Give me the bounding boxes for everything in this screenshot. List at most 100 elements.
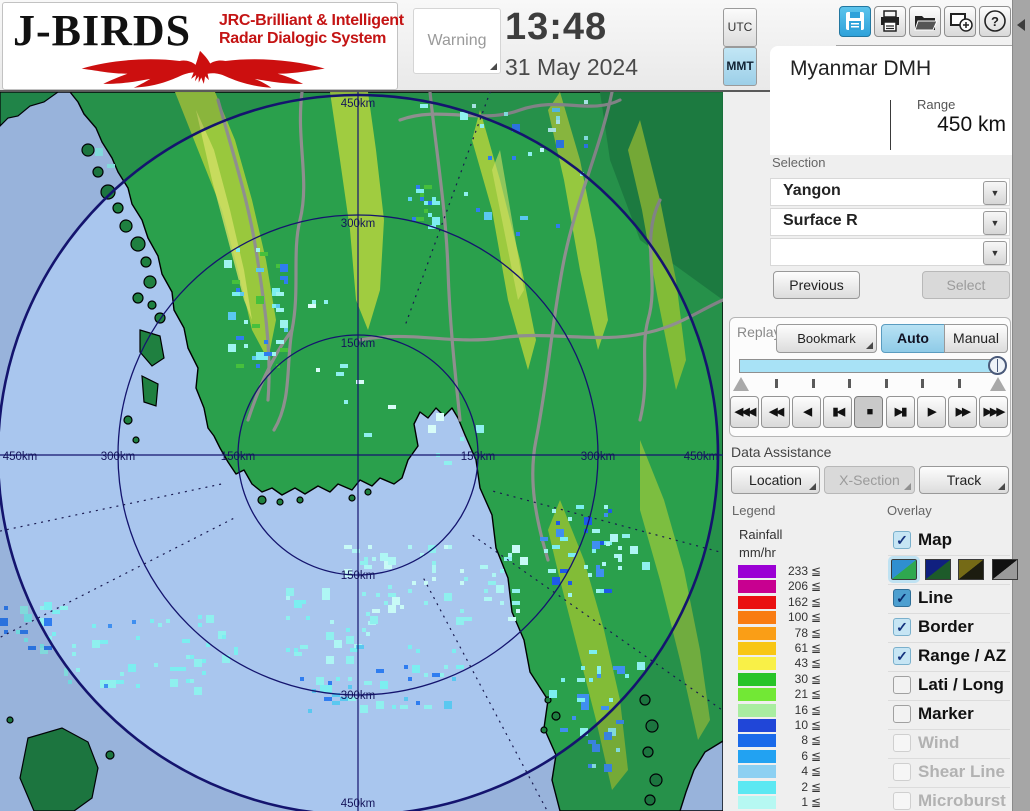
selection-dropdown[interactable]: Yangon ▼ [770,178,1010,206]
warning-button[interactable]: Warning [413,8,501,74]
svg-text:?: ? [991,14,999,29]
track-label: Track [946,472,982,488]
legend-lte-symbol: ≦ [811,656,822,671]
overlay-item-wind[interactable]: Wind [888,730,1010,759]
legend-row: 16 ≦ [738,703,821,718]
mmt-button[interactable]: MMT [723,47,757,86]
fast-forward-button[interactable]: ▶▶ [947,396,977,428]
legend-value: 30 [794,671,808,686]
checkbox[interactable] [893,734,911,752]
overlay-item-range-az[interactable]: ✓ Range / AZ [888,643,1010,672]
checkbox[interactable] [893,763,911,781]
legend-lte-symbol: ≦ [811,610,822,625]
legend-color-swatch [738,780,776,794]
overlay-item-microburst[interactable]: Microburst [888,788,1010,811]
legend-row: 6 ≦ [738,749,821,764]
legend-lte-symbol: ≦ [811,564,822,578]
xsection-button[interactable]: X-Section [824,466,915,494]
checkbox[interactable] [893,705,911,723]
reverse-play-button[interactable]: ◀ [792,396,822,428]
overlay-item-lati-long[interactable]: Lati / Long [888,672,1010,701]
overlay-item-shear-line[interactable]: Shear Line [888,759,1010,788]
checkbox[interactable]: ✓ [893,589,911,607]
capture-add-button[interactable] [944,6,976,37]
legend-value: 233 [787,564,808,578]
legend-value: 100 [787,610,808,625]
legend-row: 206 ≦ [738,580,821,594]
chevron-down-icon[interactable]: ▼ [983,181,1007,205]
legend-color-swatch [738,580,776,594]
legend-lte-symbol: ≦ [811,795,822,809]
checkbox[interactable]: ✓ [893,618,911,636]
map-style-swatch[interactable] [924,559,951,580]
legend-color-swatch [738,734,776,748]
svg-text:150km: 150km [221,451,256,463]
chevron-down-icon[interactable]: ▼ [983,211,1007,235]
slider-end-marker [990,377,1006,391]
slider-tick [884,379,888,388]
overlay-title: Overlay [887,503,932,518]
replay-slider-handle[interactable] [988,356,1007,375]
clock-date: 31 May 2024 [505,54,638,80]
overlay-item-marker[interactable]: Marker [888,701,1010,730]
open-folder-button[interactable] [909,6,941,37]
print-button[interactable] [874,6,906,37]
svg-text:450km: 450km [3,451,38,463]
map-style-swatch[interactable] [888,556,920,583]
station-name: Myanmar DMH [790,57,932,80]
bookmark-label: Bookmark [797,331,856,346]
step-back-button[interactable]: ▮◀ [823,396,853,428]
svg-text:450km: 450km [341,798,376,810]
checkbox[interactable] [893,792,911,810]
dropdown-corner-icon [904,483,911,490]
collapse-arrow-icon [1017,19,1025,31]
help-button[interactable]: ? [979,6,1011,37]
legend-lte-symbol: ≦ [811,779,822,794]
fast-rewind-button[interactable]: ◀◀ [761,396,791,428]
select-button[interactable]: Select [922,271,1010,299]
map-style-swatch[interactable] [958,559,984,580]
chevron-down-icon[interactable]: ▼ [983,241,1007,265]
overlay-item-line[interactable]: ✓ Line [888,585,1010,614]
radar-map[interactable]: 150km 150km 150km 150km 300km 300km 300km 300km… [0,92,723,811]
panel-collapse-strip[interactable] [1012,0,1030,811]
save-button[interactable] [839,6,871,37]
legend-lte-symbol: ≦ [811,718,822,732]
play-button[interactable]: ▶ [916,396,946,428]
help-icon: ? [984,10,1006,32]
slider-start-marker [733,377,749,391]
overlay-label: Border [918,617,974,636]
legend-color-swatch [738,765,776,779]
track-button[interactable]: Track [919,466,1009,494]
selection-dropdown[interactable]: Surface R ▼ [770,208,1010,236]
selection-dropdown[interactable]: ▼ [770,238,1010,266]
overlay-item-map[interactable]: ✓ Map [888,527,1010,556]
fastest-forward-button[interactable]: ▶▶▶ [978,396,1008,428]
utc-button[interactable]: UTC [723,8,757,47]
legend-row: 21 ≦ [738,687,821,702]
fastest-rewind-button[interactable]: ◀◀◀ [730,396,759,428]
previous-button[interactable]: Previous [773,271,860,299]
overlay-label: Marker [918,704,974,723]
logo-subtitle: JRC-Brilliant & Intelligent Radar Dialog… [219,12,404,48]
stop-button[interactable]: ■ [854,396,884,428]
svg-text:300km: 300km [341,690,376,702]
step-forward-button[interactable]: ▶▮ [885,396,915,428]
checkbox[interactable]: ✓ [893,647,911,665]
svg-text:450km: 450km [341,98,376,110]
legend-row: 43 ≦ [738,656,822,671]
legend-lte-symbol: ≦ [811,625,822,640]
svg-text:150km: 150km [341,570,376,582]
checkbox[interactable]: ✓ [893,531,911,549]
replay-label: Replay [737,324,781,340]
map-style-swatch[interactable] [991,559,1018,580]
auto-button[interactable]: Auto [881,324,945,353]
selection-dropdown-value: Yangon [783,182,841,199]
clock-time: 13:48 [505,6,608,48]
legend-value: 21 [794,687,808,702]
manual-button[interactable]: Manual [944,324,1008,353]
location-button[interactable]: Location [731,466,820,494]
bookmark-button[interactable]: Bookmark [776,324,877,353]
checkbox[interactable] [893,676,911,694]
overlay-item-border[interactable]: ✓ Border [888,614,1010,643]
